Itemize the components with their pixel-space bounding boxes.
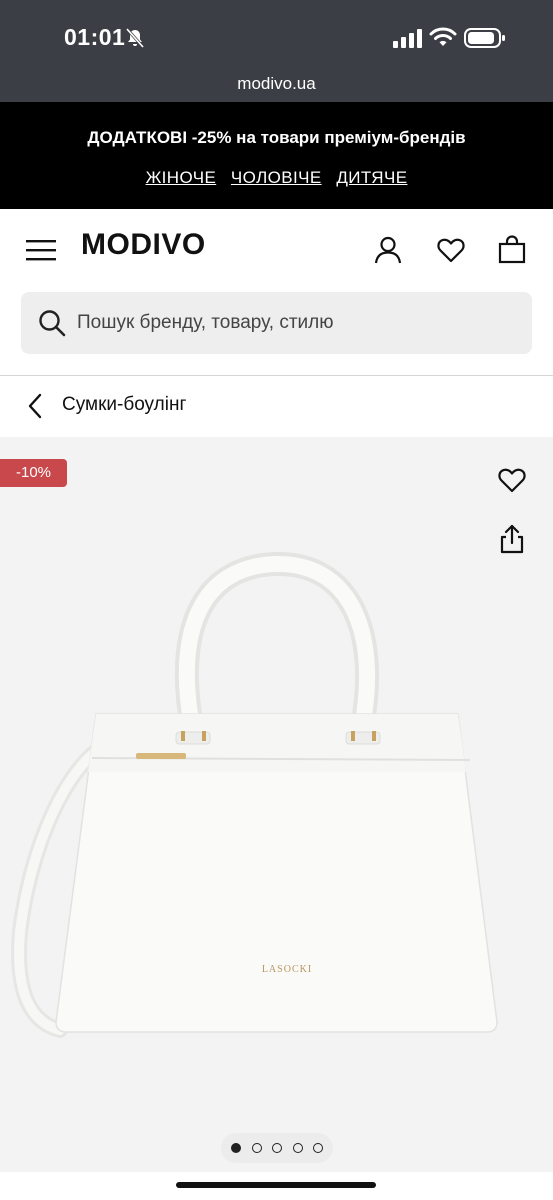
- heart-icon[interactable]: [436, 235, 466, 265]
- promo-title: ДОДАТКОВІ -25% на товари преміум-брендів: [87, 128, 466, 147]
- cellular-signal-icon: [393, 29, 422, 48]
- search-icon: [39, 310, 66, 337]
- promo-links: ЖІНОЧЕ ЧОЛОВІЧЕ ДИТЯЧЕ: [0, 168, 553, 188]
- chevron-left-icon[interactable]: [24, 392, 48, 420]
- battery-icon: [464, 28, 505, 48]
- promo-link-women[interactable]: ЖІНОЧЕ: [146, 168, 217, 187]
- status-time: 01:01: [64, 24, 126, 50]
- status-bar: 01:01 modivo.ua: [0, 0, 553, 102]
- browser-url[interactable]: modivo.ua: [0, 74, 553, 94]
- promo-link-kids[interactable]: ДИТЯЧЕ: [336, 168, 407, 187]
- carousel-dot[interactable]: [313, 1143, 323, 1153]
- wishlist-heart-icon[interactable]: [497, 466, 527, 494]
- bottom-bar: [0, 1172, 553, 1200]
- product-image[interactable]: LASOCKI: [0, 552, 553, 1042]
- shopping-bag-icon[interactable]: [497, 235, 527, 265]
- user-icon[interactable]: [373, 235, 403, 265]
- breadcrumb-label[interactable]: Сумки-боулінг: [62, 394, 186, 416]
- carousel-dot[interactable]: [231, 1143, 241, 1153]
- carousel-dots[interactable]: [221, 1133, 333, 1163]
- carousel-dot[interactable]: [293, 1143, 303, 1153]
- discount-badge: -10%: [0, 459, 67, 487]
- site-header: MODIVO: [0, 209, 553, 291]
- promo-link-men[interactable]: ЧОЛОВІЧЕ: [231, 168, 322, 187]
- share-icon[interactable]: [497, 523, 527, 555]
- bell-muted-icon: [125, 28, 145, 48]
- bag-brand-label: LASOCKI: [262, 964, 312, 975]
- product-gallery[interactable]: -10% LASOCKI: [0, 437, 553, 1172]
- promo-banner: ДОДАТКОВІ -25% на товари преміум-брендів…: [0, 102, 553, 209]
- search-input[interactable]: [77, 292, 517, 354]
- search-bar: [21, 292, 532, 354]
- site-logo[interactable]: MODIVO: [81, 228, 206, 262]
- breadcrumb[interactable]: Сумки-боулінг: [0, 376, 553, 436]
- wifi-icon: [429, 27, 457, 46]
- home-indicator[interactable]: [176, 1182, 376, 1188]
- carousel-dot[interactable]: [272, 1143, 282, 1153]
- menu-icon[interactable]: [26, 239, 56, 261]
- carousel-dot[interactable]: [252, 1143, 262, 1153]
